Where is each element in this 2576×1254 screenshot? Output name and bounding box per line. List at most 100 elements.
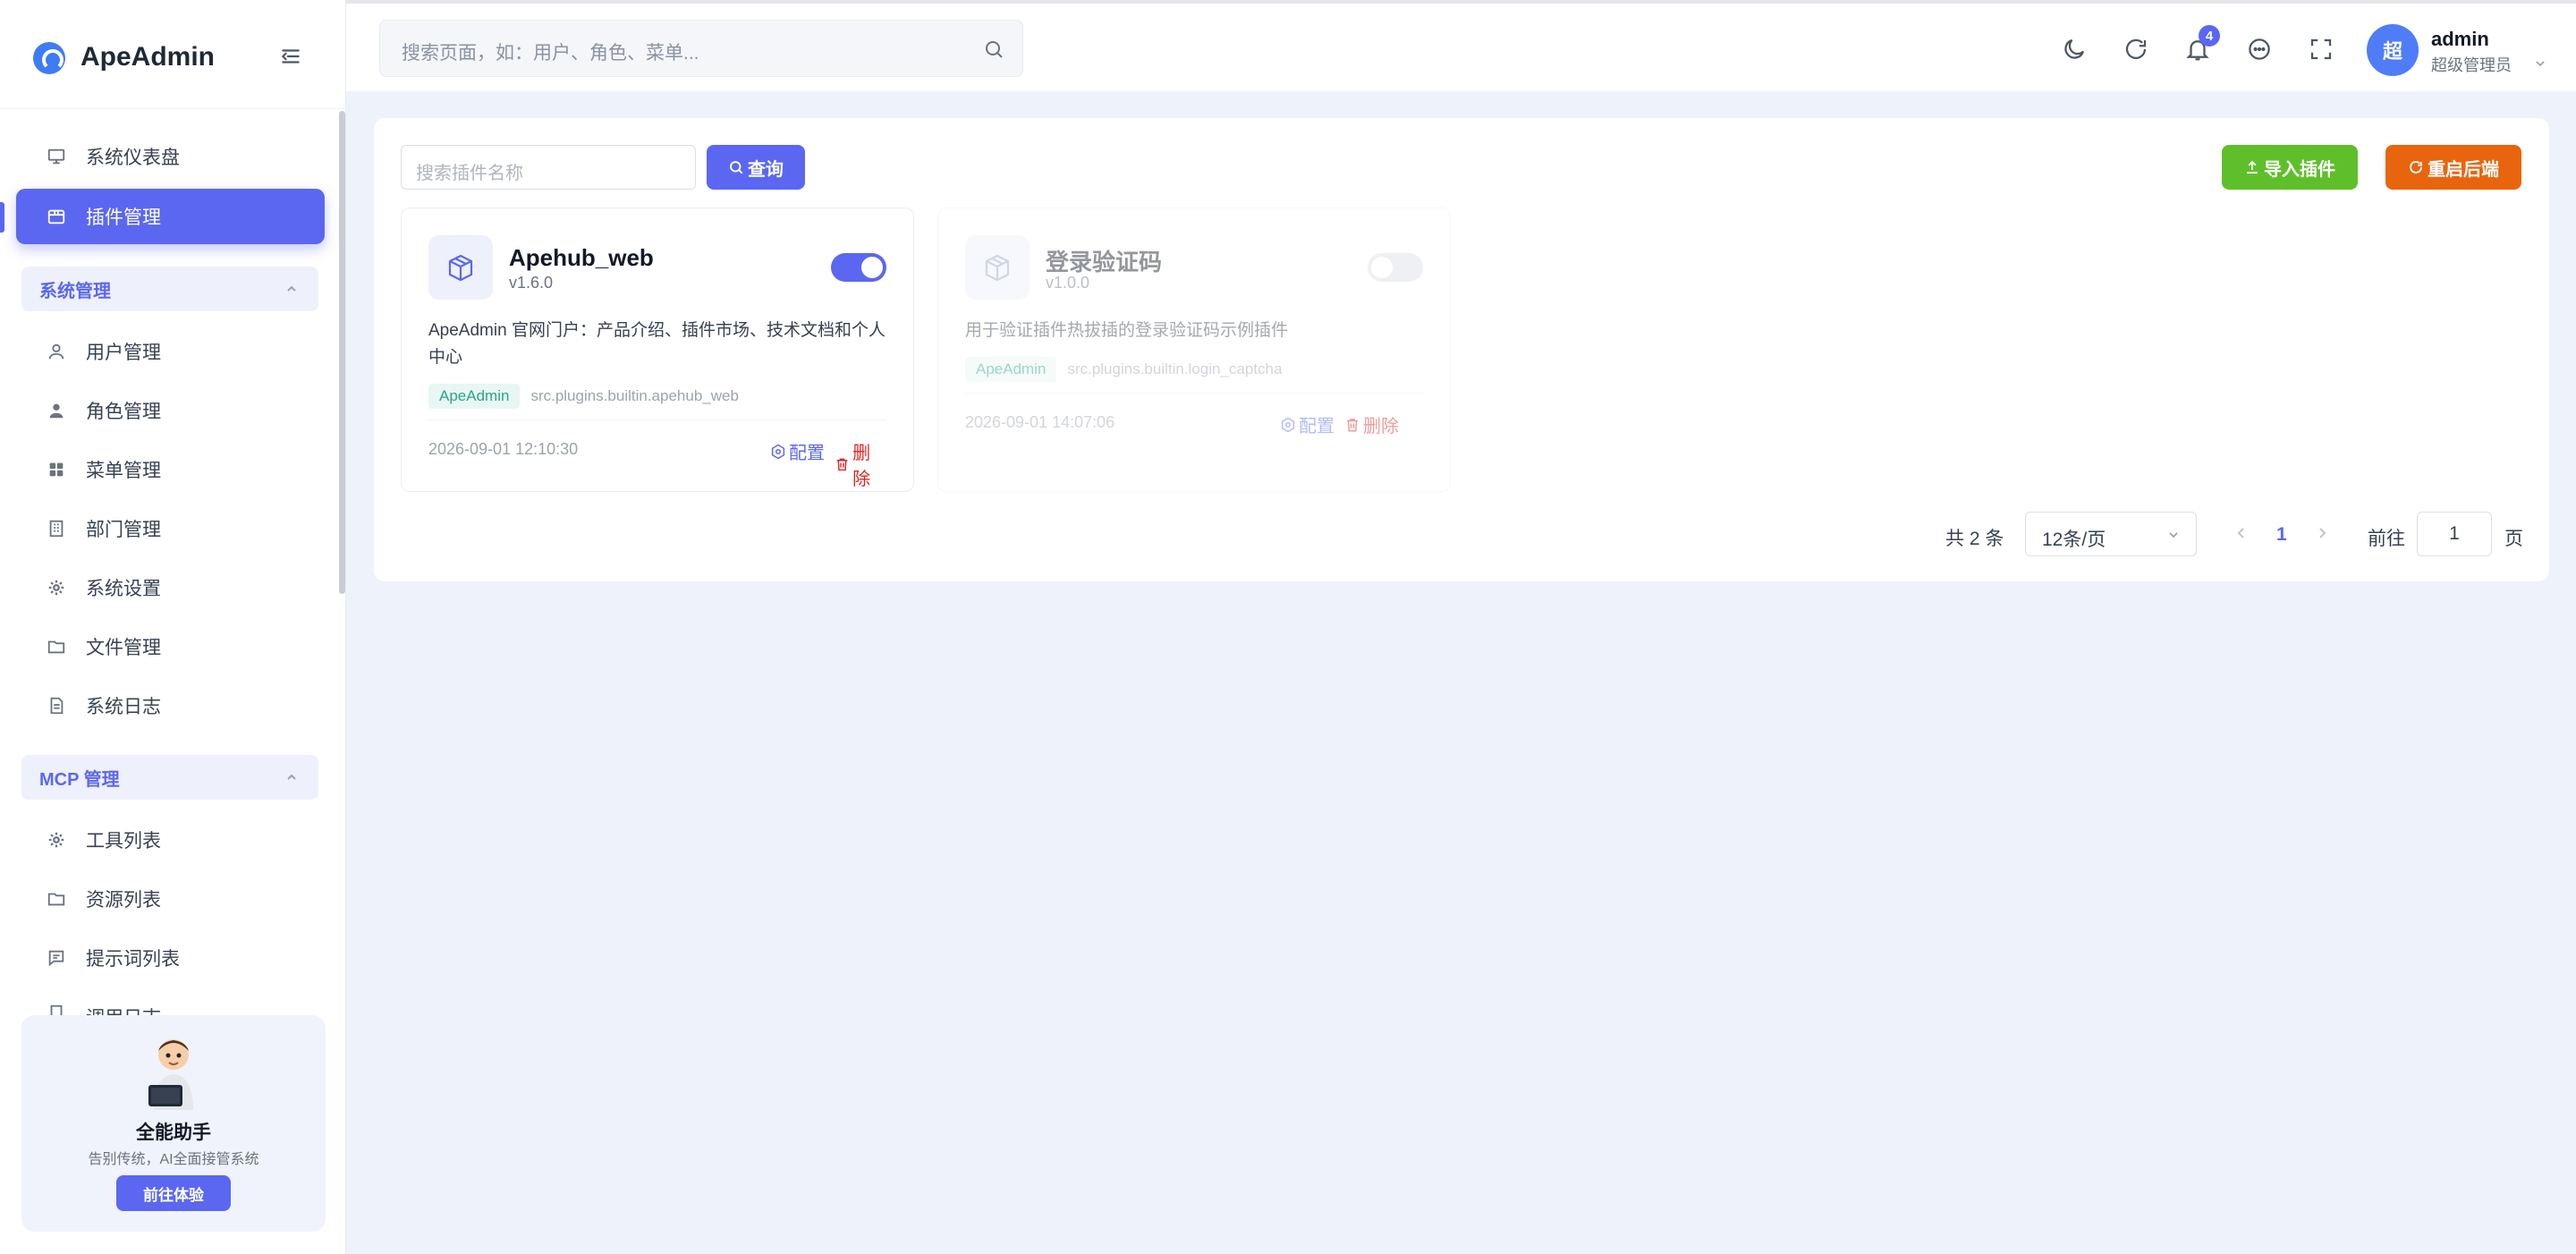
chevron-down-icon[interactable] [2534, 57, 2546, 70]
plugin-card: Apehub_web v1.6.0 ApeAdmin 官网门户：产品介绍、插件市… [401, 208, 914, 492]
sidebar-item-roles[interactable]: 角色管理 [16, 383, 325, 438]
logo-icon [33, 42, 65, 74]
current-page[interactable]: 1 [2276, 524, 2287, 546]
sidebar-item-resources[interactable]: 资源列表 [16, 871, 325, 927]
page-size-select[interactable]: 12条/页 [2025, 512, 2197, 556]
plugin-date: 2026-09-01 12:10:30 [428, 440, 579, 458]
dark-mode-icon[interactable] [2061, 36, 2088, 63]
user-filled-icon [47, 401, 66, 420]
page-size-value: 12条/页 [2042, 530, 2106, 550]
sidebar-item-users[interactable]: 用户管理 [16, 324, 325, 379]
config-button[interactable]: 配置 [1280, 411, 1335, 437]
gear-icon [771, 444, 785, 459]
sidebar-item-label: 工具列表 [86, 831, 161, 852]
refresh-icon [2410, 161, 2422, 174]
restart-backend-button[interactable]: 重启后端 [2385, 145, 2521, 190]
config-label: 配置 [1299, 417, 1335, 436]
sidebar-item-tools[interactable]: 工具列表 [16, 812, 325, 868]
user-name[interactable]: admin [2431, 28, 2489, 51]
gear-icon [1281, 417, 1295, 432]
fullscreen-icon[interactable] [2308, 36, 2334, 63]
sidebar-item-label: 系统设置 [86, 579, 161, 599]
plugin-search-placeholder: 搜索插件名称 [416, 164, 523, 183]
promo-try-button[interactable]: 前往体验 [116, 1175, 231, 1211]
refresh-icon[interactable] [2123, 36, 2149, 63]
sidebar-scrollbar[interactable] [339, 111, 345, 594]
sidebar-item-label: 提示词列表 [86, 949, 180, 970]
plugin-footer: 2026-09-01 12:10:30 配置 删除 [428, 419, 886, 489]
sidebar-item-label: 插件管理 [86, 208, 161, 228]
sidebar-item-departments[interactable]: 部门管理 [16, 501, 325, 556]
top-header: 搜索页面，如：用户、角色、菜单... 4 超 admin 超级管理员 [346, 0, 2576, 91]
package-icon [428, 235, 493, 300]
delete-button[interactable]: 删除 [1344, 411, 1399, 437]
gear-icon [47, 578, 66, 597]
folder-icon [47, 889, 66, 909]
plugin-tag: ApeAdmin [428, 384, 521, 409]
restart-button-label: 重启后端 [2428, 159, 2499, 180]
sidebar-item-dashboard[interactable]: 系统仪表盘 [16, 129, 325, 184]
import-plugin-button[interactable]: 导入插件 [2222, 145, 2358, 190]
plugin-tag: ApeAdmin [965, 357, 1057, 382]
upload-icon [2247, 160, 2258, 174]
sidebar-item-menus[interactable]: 菜单管理 [16, 442, 325, 497]
app-name: ApeAdmin [80, 42, 215, 72]
log-icon [47, 1004, 66, 1016]
document-icon [47, 696, 66, 716]
plugin-meta: ApeAdmin src.plugins.builtin.apehub_web [428, 384, 739, 409]
chevron-up-icon [287, 285, 296, 292]
search-icon [730, 161, 743, 174]
group-system[interactable]: 系统管理 [21, 267, 318, 311]
delete-label: 删除 [1363, 417, 1399, 436]
plugin-enable-toggle[interactable] [831, 253, 886, 282]
sidebar-item-plugins[interactable]: 插件管理 [16, 189, 325, 244]
plugins-panel: 搜索插件名称 查询 导入插件 重启后端 Apehub_web v1.6.0 Ap… [374, 118, 2549, 581]
query-button[interactable]: 查询 [707, 145, 805, 190]
next-page-icon[interactable] [2315, 526, 2329, 540]
building-icon [47, 519, 66, 538]
pagination-total: 共 2 条 [1945, 529, 2004, 549]
global-search-input[interactable]: 搜索页面，如：用户、角色、菜单... [379, 20, 1023, 77]
plugin-name: 登录验证码 [1046, 249, 1163, 275]
search-icon [986, 41, 1003, 58]
sidebar-item-files[interactable]: 文件管理 [16, 619, 325, 674]
user-avatar[interactable]: 超 [2367, 24, 2419, 76]
plugin-description: 用于验证插件热拔插的登录验证码示例插件 [965, 321, 1289, 340]
config-label: 配置 [789, 444, 825, 463]
message-icon[interactable] [2246, 36, 2273, 63]
config-button[interactable]: 配置 [770, 438, 825, 464]
chevron-down-icon [2169, 532, 2178, 538]
plugin-version: v1.6.0 [509, 274, 554, 292]
delete-button[interactable]: 删除 [835, 438, 886, 490]
goto-label: 前往 [2368, 529, 2405, 549]
gear-icon [47, 830, 66, 850]
plugin-version: v1.0.0 [1046, 274, 1090, 292]
folder-icon [47, 637, 66, 657]
grid-icon [47, 460, 66, 479]
toggle-knob [861, 257, 883, 278]
chat-icon [47, 948, 66, 968]
import-button-label: 导入插件 [2264, 159, 2335, 180]
plugin-name: Apehub_web [509, 244, 654, 271]
active-marker [0, 202, 4, 233]
goto-page-input[interactable]: 1 [2417, 512, 2492, 556]
plugin-card: 登录验证码 v1.0.0 用于验证插件热拔插的登录验证码示例插件 ApeAdmi… [937, 208, 1451, 492]
sidebar-item-call-logs[interactable]: 调用日志 [16, 989, 325, 1016]
sidebar-item-label: 文件管理 [86, 638, 161, 658]
plugin-path: src.plugins.builtin.login_captcha [1067, 360, 1283, 377]
sidebar-item-label: 菜单管理 [86, 461, 161, 481]
sidebar-item-logs[interactable]: 系统日志 [16, 678, 325, 733]
group-mcp[interactable]: MCP 管理 [21, 755, 318, 800]
sidebar-collapse-icon[interactable] [279, 45, 302, 68]
chevron-up-icon [287, 774, 296, 780]
plugin-enable-toggle[interactable] [1368, 253, 1423, 282]
sidebar-item-label: 系统日志 [86, 697, 161, 717]
sidebar-item-label: 角色管理 [86, 402, 161, 422]
sidebar-item-prompts[interactable]: 提示词列表 [16, 930, 325, 986]
plugin-search-input[interactable]: 搜索插件名称 [401, 145, 696, 190]
group-label: 系统管理 [39, 281, 111, 301]
sidebar-item-settings[interactable]: 系统设置 [16, 560, 325, 615]
page-unit-label: 页 [2504, 529, 2523, 549]
prev-page-icon[interactable] [2234, 526, 2249, 540]
user-role: 超级管理员 [2431, 56, 2512, 74]
